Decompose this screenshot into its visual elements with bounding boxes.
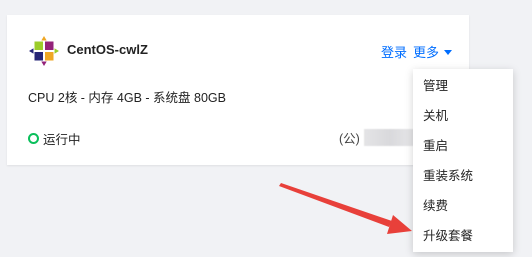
instance-status: 运行中 <box>28 129 81 148</box>
more-dropdown-menu: 管理 关机 重启 重装系统 续费 升级套餐 <box>413 69 513 252</box>
instance-card: CentOS-cwlZ 登录 更多 CPU 2核 - 内存 4GB - 系统盘 … <box>7 15 469 165</box>
more-button[interactable]: 更多 <box>413 42 453 61</box>
instance-name[interactable]: CentOS-cwlZ <box>67 42 148 57</box>
caret-down-icon <box>444 50 453 56</box>
menu-item-restart[interactable]: 重启 <box>413 131 513 161</box>
status-dot-icon <box>28 133 39 144</box>
more-button-label: 更多 <box>413 45 440 60</box>
login-button[interactable]: 登录 <box>381 42 407 61</box>
menu-item-manage[interactable]: 管理 <box>413 71 513 101</box>
menu-item-renew[interactable]: 续费 <box>413 191 513 221</box>
redacted-ip-mask <box>363 129 416 146</box>
menu-item-shutdown[interactable]: 关机 <box>413 101 513 131</box>
instance-spec: CPU 2核 - 内存 4GB - 系统盘 80GB <box>28 91 226 105</box>
menu-item-upgrade-plan[interactable]: 升级套餐 <box>413 221 513 251</box>
status-label: 运行中 <box>43 133 81 147</box>
centos-logo-icon <box>29 36 59 66</box>
menu-item-reinstall-system[interactable]: 重装系统 <box>413 161 513 191</box>
public-ip-label: (公) <box>339 132 360 146</box>
public-ip: (公) <box>339 128 416 147</box>
